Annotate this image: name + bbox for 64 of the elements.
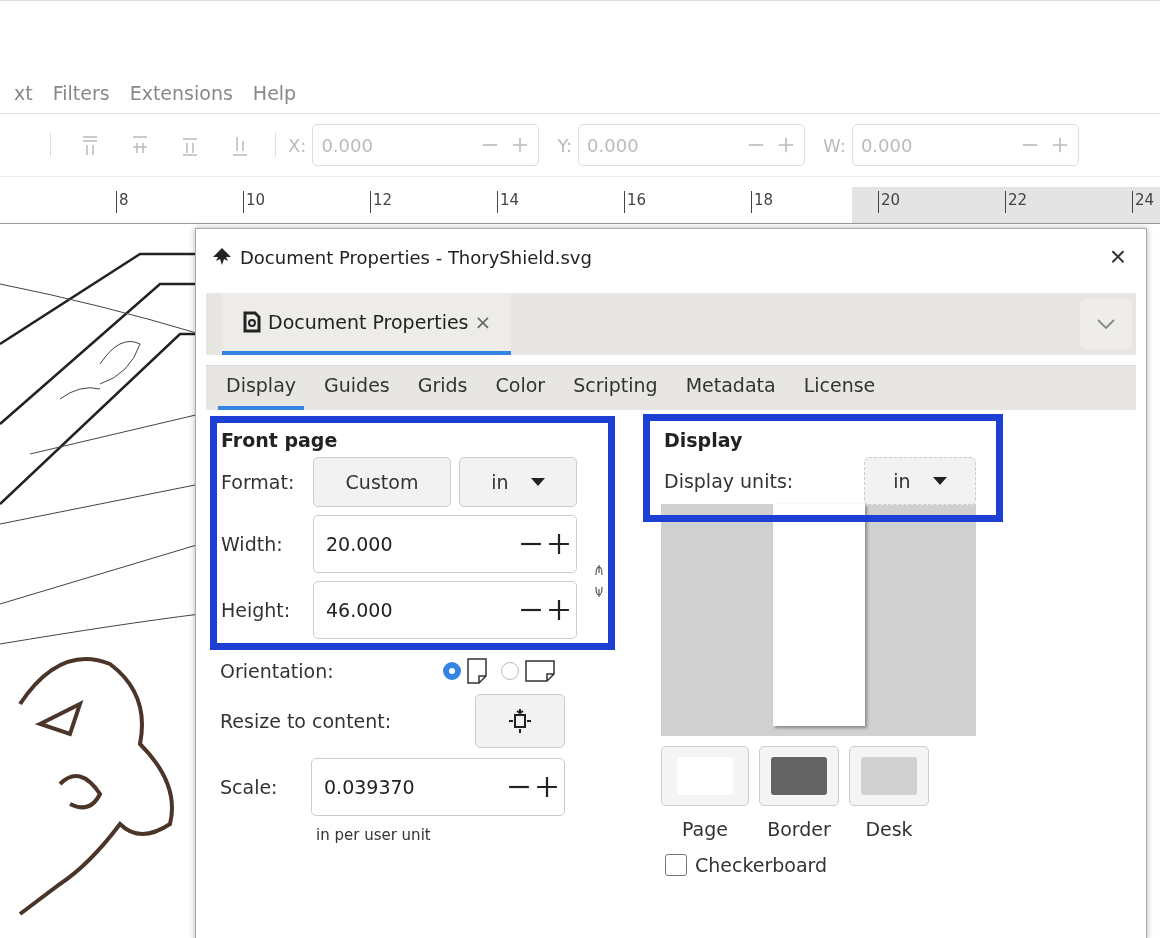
ruler-label: 8 <box>116 191 243 213</box>
field-label: Width: <box>221 533 284 555</box>
window-title: Document Properties - ThoryShield.svg <box>240 246 593 268</box>
ruler-label: 12 <box>370 191 497 213</box>
panel-tab[interactable]: Document Properties × <box>222 293 512 355</box>
field-label: Orientation: <box>220 660 334 682</box>
field-label: Height: <box>221 599 292 621</box>
caret-icon <box>932 477 947 485</box>
color-button[interactable] <box>661 746 749 806</box>
plus-icon[interactable] <box>548 533 570 555</box>
format-button[interactable]: Custom <box>313 457 451 507</box>
ruler-label: 24 <box>1132 191 1160 213</box>
resize-button[interactable] <box>475 694 565 748</box>
tab[interactable]: Color <box>487 366 554 410</box>
tab[interactable]: License <box>795 366 884 410</box>
document-icon <box>242 311 262 333</box>
plus-icon[interactable] <box>548 599 570 621</box>
tab[interactable]: Metadata <box>677 366 784 410</box>
menu-item[interactable]: xt <box>14 82 33 104</box>
checkbox-label: Checkerboard <box>695 854 828 876</box>
field-label: Y: <box>557 134 573 156</box>
radio-button[interactable] <box>443 662 461 680</box>
tab[interactable]: Guides <box>316 366 398 410</box>
chevron-down-icon <box>1097 319 1115 329</box>
portrait-page-icon <box>467 658 487 684</box>
resize-to-content-icon <box>509 709 531 733</box>
landscape-page-icon <box>525 660 555 682</box>
menu-item[interactable]: Extensions <box>129 82 233 104</box>
ruler-label: 18 <box>751 191 878 213</box>
ruler-label: 22 <box>1005 191 1132 213</box>
menu-item[interactable]: Help <box>252 82 297 104</box>
field-label: Format: <box>221 471 296 493</box>
scale-field[interactable]: 0.039370 <box>311 758 565 816</box>
field-label: X: <box>288 134 307 156</box>
field-label: W: <box>823 134 846 156</box>
tab[interactable]: Grids <box>409 366 476 410</box>
field-label: Scale: <box>220 776 278 798</box>
color-button[interactable] <box>849 746 929 806</box>
ruler-label: 16 <box>624 191 751 213</box>
plus-icon[interactable] <box>536 776 558 798</box>
field-label: Display units: <box>664 470 794 492</box>
caret-icon <box>530 478 545 486</box>
section-heading: Display <box>664 429 744 451</box>
width-field[interactable]: 20.000 <box>313 515 577 573</box>
checkbox[interactable] <box>665 854 687 876</box>
ruler-label: 20 <box>878 191 1005 213</box>
field-label: Resize to content: <box>220 710 392 732</box>
ruler-label: 10 <box>243 191 370 213</box>
close-button[interactable]: × <box>1105 241 1130 273</box>
unit-dropdown[interactable]: in <box>459 457 577 507</box>
tab[interactable]: Scripting <box>565 366 666 410</box>
tab[interactable]: Display <box>218 366 305 410</box>
color-label: Border <box>767 818 831 840</box>
color-label: Page <box>682 818 728 840</box>
close-icon[interactable]: × <box>474 310 492 334</box>
height-field[interactable]: 46.000 <box>313 581 577 639</box>
hint-text: in per user unit <box>315 826 432 844</box>
ruler-label: 14 <box>497 191 624 213</box>
unit-dropdown[interactable]: in <box>864 457 976 505</box>
section-heading: Front page <box>221 429 339 451</box>
app-logo-icon <box>212 248 232 266</box>
color-button[interactable] <box>759 746 839 806</box>
menu-item[interactable]: Filters <box>52 82 110 104</box>
color-label: Desk <box>865 818 913 840</box>
